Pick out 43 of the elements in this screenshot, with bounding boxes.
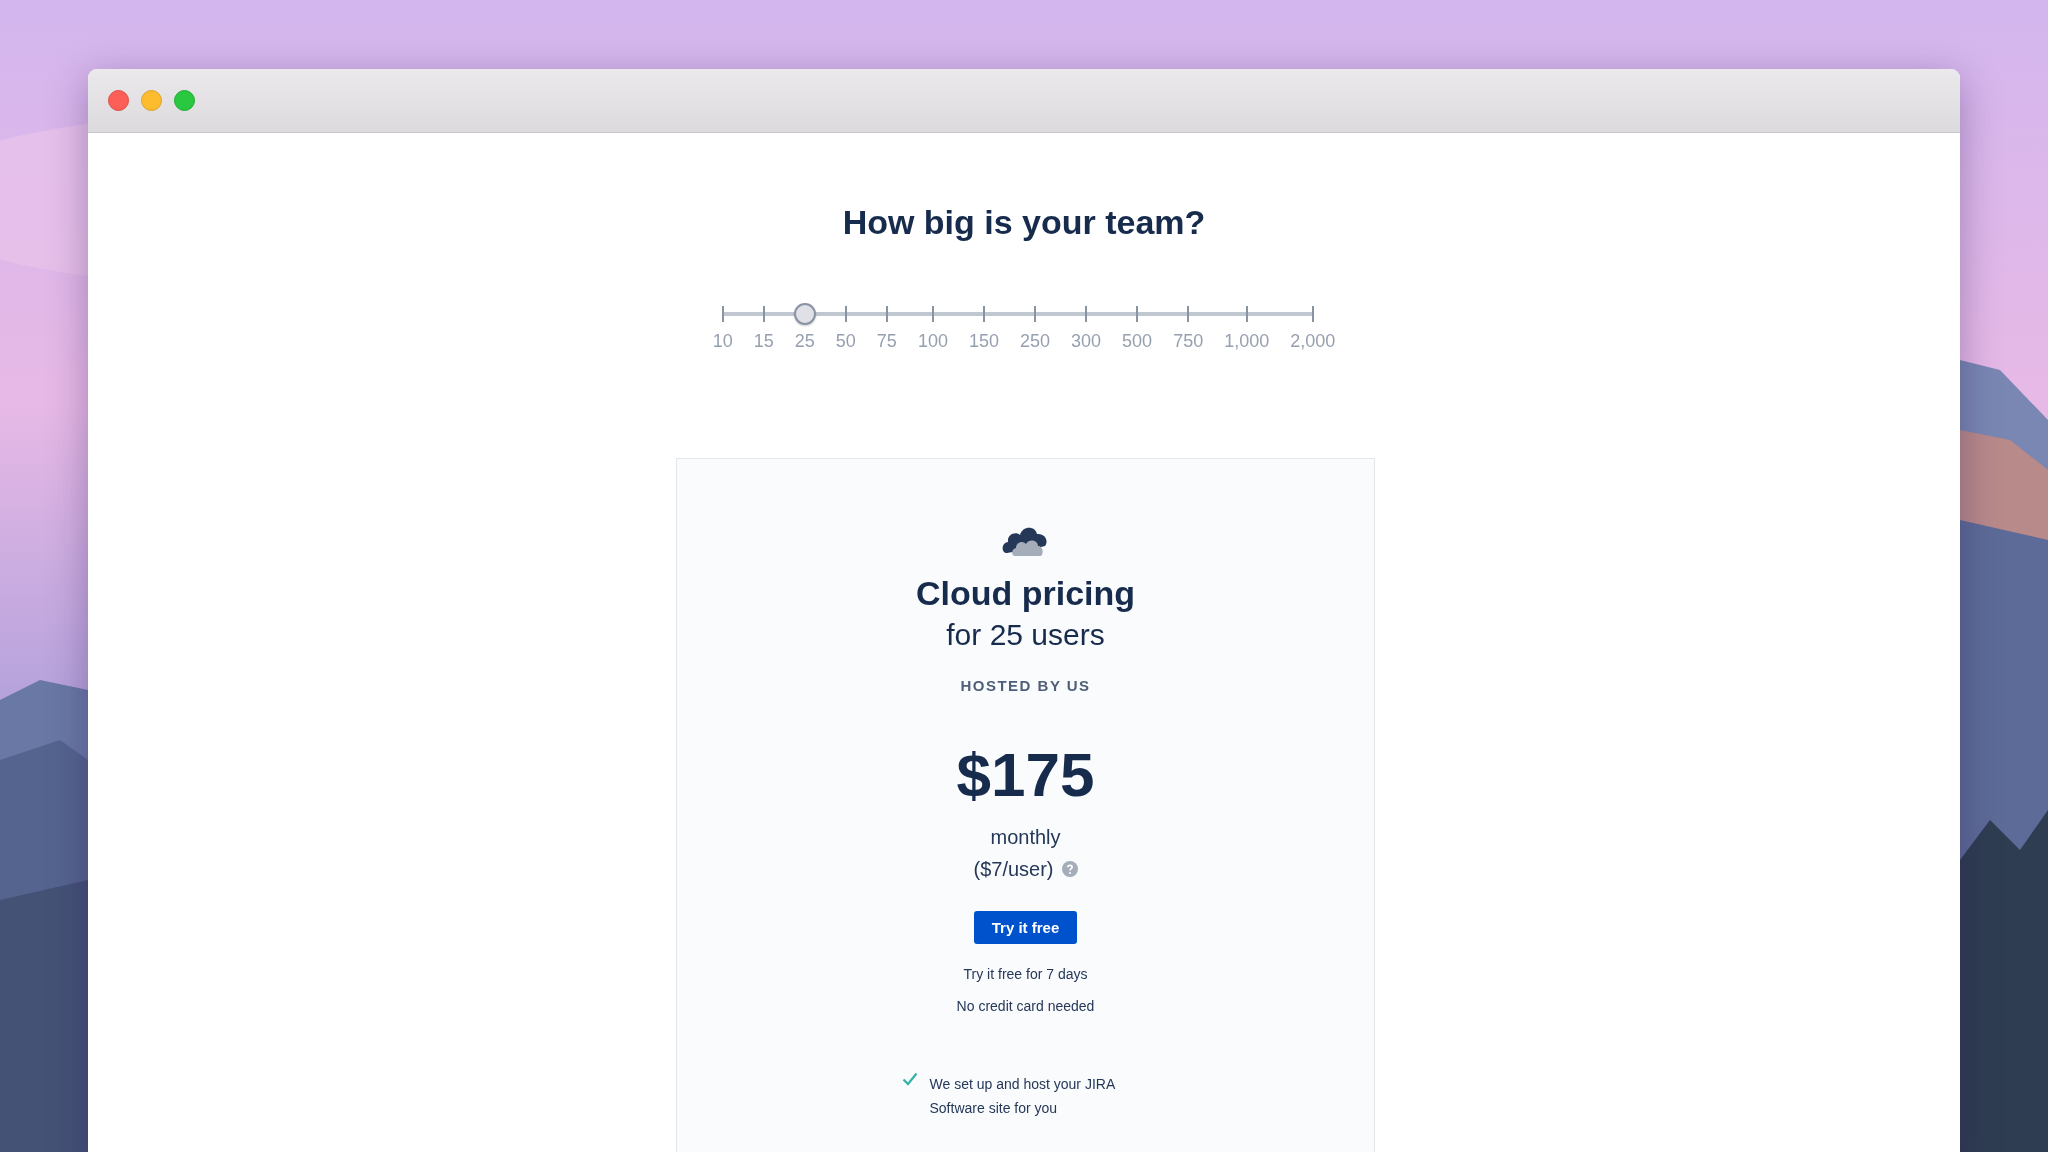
- tick-label: 75: [876, 330, 897, 352]
- tick-label: 25: [794, 330, 815, 352]
- tick-label: 250: [1020, 330, 1051, 352]
- tick-label: 2,000: [1290, 330, 1336, 352]
- tick-label: 300: [1071, 330, 1102, 352]
- note-text: No credit card needed: [956, 997, 1095, 1016]
- per-user-price: ($7/user): [973, 857, 1054, 882]
- tick-mark: [721, 306, 724, 322]
- tick-label: 1,000: [1224, 330, 1270, 352]
- zoom-button[interactable]: [174, 90, 195, 111]
- tick-mark: [1245, 306, 1248, 322]
- tick-label: 750: [1173, 330, 1204, 352]
- tick-label: 500: [1122, 330, 1153, 352]
- try-free-button[interactable]: Try it free: [973, 911, 1078, 944]
- slider-track[interactable]: [721, 312, 1314, 316]
- price: $175: [956, 740, 1095, 810]
- tick-mark: [844, 306, 847, 322]
- card-title: Cloud pricing: [915, 573, 1136, 613]
- hosting-label: HOSTED BY US: [960, 676, 1091, 696]
- tick-mark: [1187, 306, 1190, 322]
- help-icon[interactable]: [1061, 861, 1078, 877]
- tick-mark: [1085, 306, 1088, 322]
- feature-text: We set up and host your JIRA Software site for you: [929, 1075, 1116, 1118]
- card-subtitle: for 25 users: [946, 617, 1105, 653]
- tick-mark: [1034, 306, 1036, 322]
- minimize-button[interactable]: [141, 90, 162, 111]
- page-heading: How big is your team?: [842, 202, 1206, 243]
- tick-mark: [762, 306, 765, 322]
- close-button[interactable]: [108, 90, 129, 111]
- billing-period: monthly: [990, 825, 1061, 850]
- tick-label: 15: [753, 330, 774, 352]
- slider-thumb[interactable]: [793, 303, 816, 325]
- tick-mark: [982, 306, 985, 322]
- note-text: Try it free for 7 days: [963, 965, 1088, 984]
- tick-label: 100: [917, 330, 948, 352]
- tick-label: 10: [712, 330, 733, 352]
- tick-mark: [1311, 306, 1314, 322]
- tick-mark: [885, 306, 888, 322]
- tick-mark: [931, 306, 934, 322]
- tick-mark: [1136, 306, 1139, 322]
- checkmark-icon: [901, 1072, 918, 1086]
- tick-label: 50: [835, 330, 856, 352]
- tick-label: 150: [968, 330, 999, 352]
